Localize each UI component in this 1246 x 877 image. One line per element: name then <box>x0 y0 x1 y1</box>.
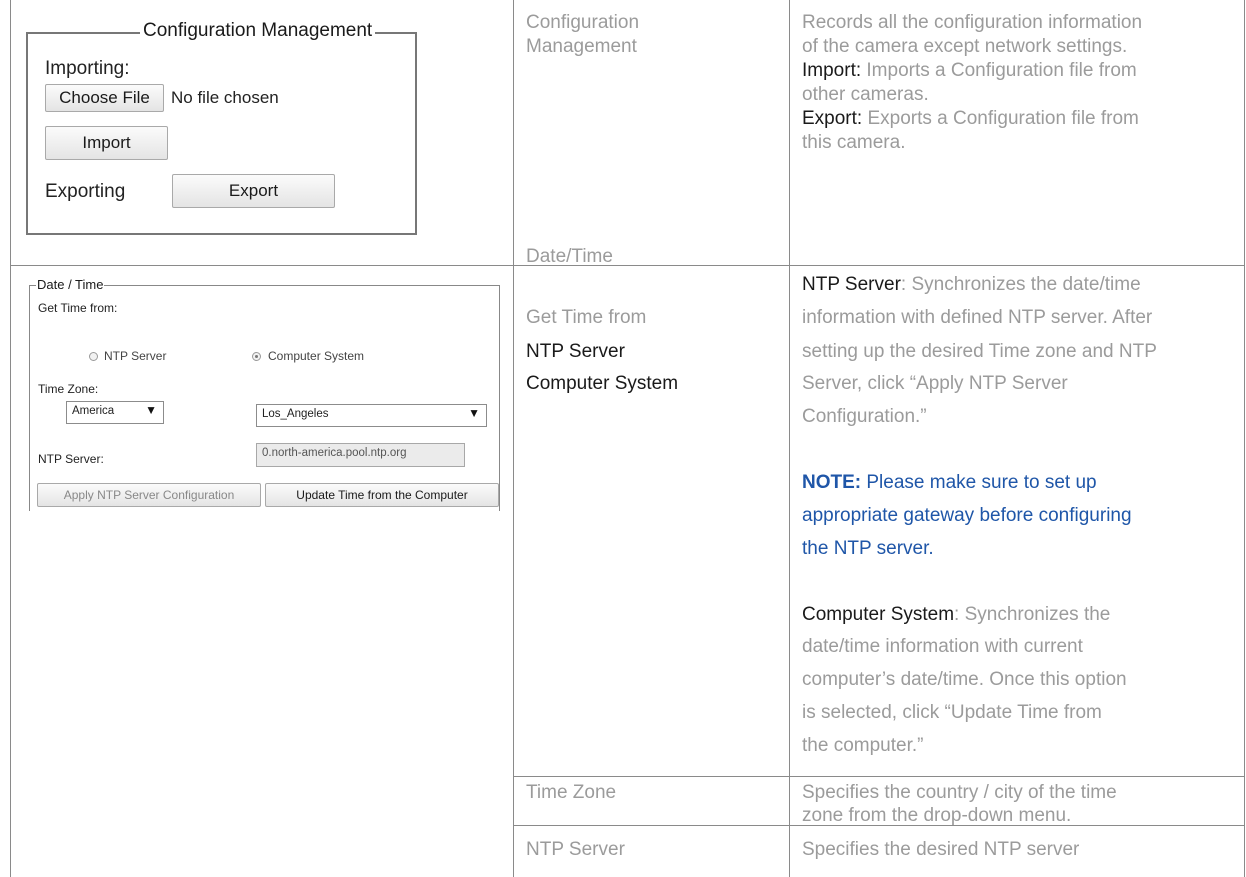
region-select[interactable]: America ▼ <box>66 401 164 424</box>
row3-desc-line-1: Specifies the country / city of the time <box>802 782 1117 803</box>
row2-ntp-line-1: NTP Server: Synchronizes the date/time <box>802 273 1141 297</box>
row3-term: Time Zone <box>526 782 617 803</box>
region-select-value: America <box>72 405 115 417</box>
export-desc: Exports a Configuration file from <box>862 108 1139 129</box>
note-line-2: appropriate gateway before configuring <box>802 505 1132 526</box>
row4-desc-line-1: Specifies the desired NTP server <box>802 839 1080 860</box>
table-divider-col2 <box>789 0 790 877</box>
row1-export-line-2: this camera. <box>802 132 906 153</box>
row-divider-1 <box>10 265 1245 266</box>
table-border-right <box>1244 0 1245 877</box>
row1-desc-line-1: Records all the configuration informatio… <box>802 12 1143 33</box>
computer-system-desc: : Synchronizes the <box>954 604 1111 625</box>
row2-ntp-line-4: Server, click “Apply NTP Server <box>802 373 1068 394</box>
date-time-legend: Date / Time <box>36 277 105 292</box>
row1-term-line-1: Configuration <box>526 12 640 33</box>
get-time-label: Get Time from: <box>38 301 118 315</box>
ntp-server-radio-label: NTP Server <box>104 349 167 363</box>
row2-ntp-line-5: Configuration.” <box>802 406 927 427</box>
ntp-server-radio[interactable] <box>89 352 98 361</box>
table-border-left <box>10 0 11 877</box>
import-desc: Imports a Configuration file from <box>861 60 1137 81</box>
row2-cs-line-5: the computer.” <box>802 735 924 756</box>
city-select-value: Los_Angeles <box>262 408 329 420</box>
update-time-button[interactable]: Update Time from the Computer <box>265 483 499 507</box>
choose-file-button[interactable]: Choose File <box>45 84 164 112</box>
ntp-server-desc: : Synchronizes the date/time <box>900 274 1141 295</box>
row3-desc-line-2: zone from the drop-down menu. <box>802 805 1072 826</box>
date-time-fieldset <box>29 285 500 511</box>
computer-system-term: Computer System <box>802 604 955 625</box>
row4-term: NTP Server <box>526 839 625 860</box>
row1-desc-line-2: of the camera except network settings. <box>802 36 1128 57</box>
row1-export-line: Export: Exports a Configuration file fro… <box>802 107 1139 131</box>
note-line-1: NOTE: Please make sure to set up <box>802 471 1097 495</box>
table-divider-col1 <box>513 0 514 877</box>
row2-ntp-line-3: setting up the desired Time zone and NTP <box>802 341 1157 362</box>
importing-label: Importing: <box>45 58 130 79</box>
computer-system-radio[interactable] <box>252 352 261 361</box>
row2-term-line-1: Date/Time <box>526 246 613 267</box>
time-zone-label: Time Zone: <box>38 382 99 396</box>
row2-term-line-2: Get Time from <box>526 307 647 328</box>
ntp-server-term: NTP Server <box>802 274 901 295</box>
row2-cs-line-2: date/time information with current <box>802 636 1083 657</box>
row1-term-line-2: Management <box>526 36 637 57</box>
row2-term-computer: Computer System <box>526 373 679 394</box>
row1-import-line: Import: Imports a Configuration file fro… <box>802 59 1137 83</box>
chevron-down-icon: ▼ <box>145 403 157 417</box>
exporting-label: Exporting <box>45 181 126 202</box>
note-line-3: the NTP server. <box>802 538 934 559</box>
ntp-server-label: NTP Server: <box>38 452 104 466</box>
no-file-chosen-text: No file chosen <box>171 88 279 107</box>
export-term: Export: <box>802 108 863 129</box>
row2-cs-line-4: is selected, click “Update Time from <box>802 702 1102 723</box>
config-management-legend: Configuration Management <box>140 20 376 42</box>
row-divider-2 <box>513 776 1245 777</box>
computer-system-radio-label: Computer System <box>268 349 365 363</box>
row2-term-ntp: NTP Server <box>526 341 625 362</box>
row2-cs-line-1: Computer System: Synchronizes the <box>802 603 1110 627</box>
city-select[interactable]: Los_Angeles ▼ <box>256 404 487 427</box>
export-button[interactable]: Export <box>172 174 335 208</box>
row1-import-line-2: other cameras. <box>802 84 929 105</box>
ntp-server-input[interactable]: 0.north-america.pool.ntp.org <box>256 443 465 467</box>
apply-ntp-button[interactable]: Apply NTP Server Configuration <box>37 483 261 507</box>
import-button[interactable]: Import <box>45 126 168 160</box>
chevron-down-icon: ▼ <box>468 406 480 420</box>
row2-cs-line-3: computer’s date/time. Once this option <box>802 669 1127 690</box>
note-heading: NOTE: <box>802 472 862 493</box>
import-term: Import: <box>802 60 862 81</box>
row2-ntp-line-2: information with defined NTP server. Aft… <box>802 307 1153 328</box>
note-text: Please make sure to set up <box>861 472 1097 493</box>
